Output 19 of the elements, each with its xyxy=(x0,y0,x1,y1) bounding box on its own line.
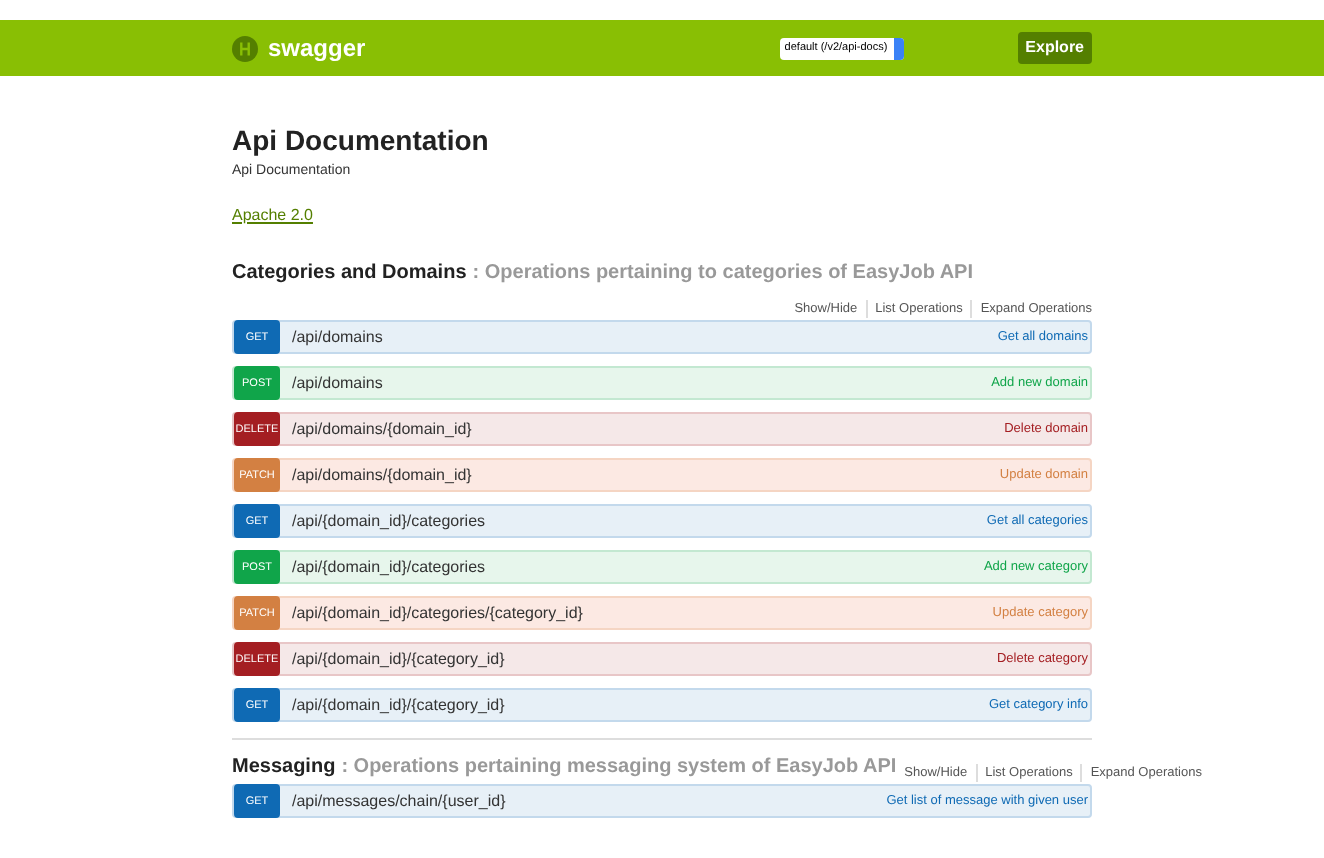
endpoint-path: /api/domains/{domain_id} xyxy=(292,417,472,442)
license-link[interactable]: Apache 2.0 xyxy=(232,203,313,227)
endpoint-path: /api/domains xyxy=(292,325,383,350)
section-description: : Operations pertaining to categories of EasyJob API xyxy=(472,259,973,287)
endpoint-path: /api/{domain_id}/categories/{category_id} xyxy=(292,601,583,626)
endpoint-path: /api/{domain_id}/categories xyxy=(292,555,486,580)
endpoint-path: /api/messages/chain/{user_id} xyxy=(292,789,506,814)
endpoint-path: /api/{domain_id}/{category_id} xyxy=(292,693,505,718)
section-title[interactable]: Categories and Domains xyxy=(232,257,467,287)
section-title[interactable]: Messaging xyxy=(232,752,336,783)
logo-icon xyxy=(232,35,258,61)
page-title: Api Documentation xyxy=(232,124,491,156)
endpoint-path: /api/domains xyxy=(292,371,383,396)
section-description: : Operations pertaining messaging system of EasyJob API xyxy=(341,754,897,783)
endpoint-path: /api/{domain_id}/categories xyxy=(292,509,486,534)
endpoint-path: /api/domains/{domain_id} xyxy=(292,463,472,488)
explore-button[interactable]: Explore xyxy=(1017,32,1092,64)
endpoint-path: /api/{domain_id}/{category_id} xyxy=(292,647,505,672)
brand-name: swagger xyxy=(268,32,366,66)
